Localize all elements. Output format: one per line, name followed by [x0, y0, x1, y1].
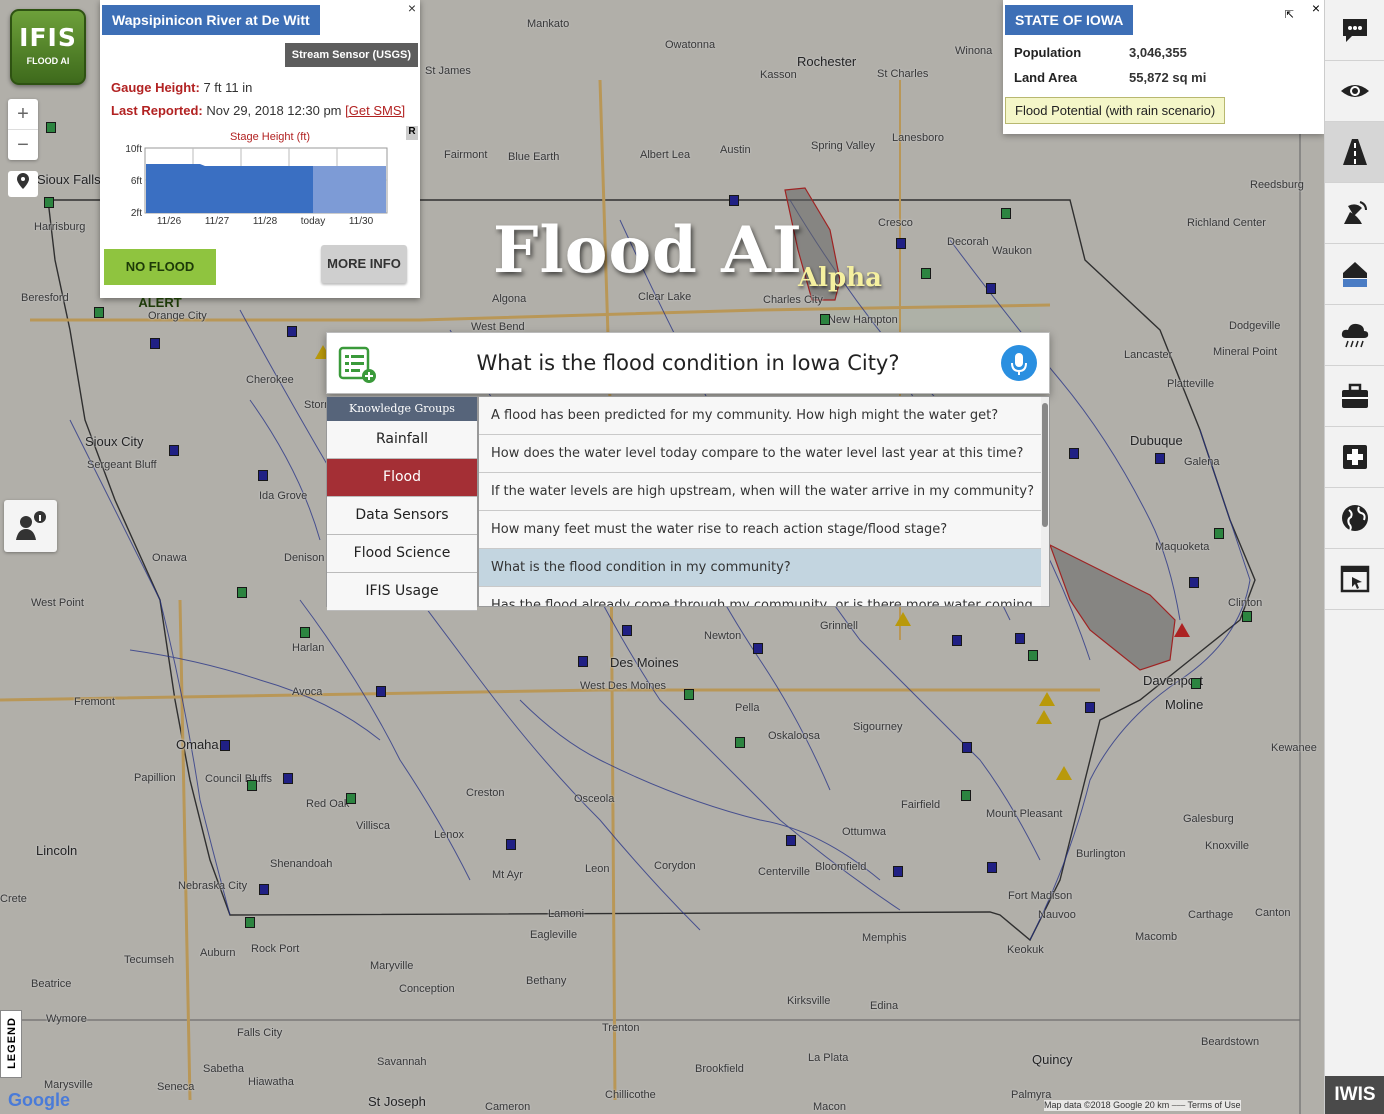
emergency-button[interactable]	[1325, 427, 1384, 488]
person-info-button[interactable]	[4, 500, 57, 552]
chat-button[interactable]	[1325, 0, 1384, 61]
query-box: What is the flood condition in Iowa City…	[326, 332, 1050, 394]
y-tick-label: 6ft	[131, 176, 142, 187]
question-item[interactable]: How many feet must the water rise to rea…	[479, 511, 1049, 549]
x-tick-label: 11/30	[349, 216, 374, 227]
legend-label: LEGEND	[6, 1017, 18, 1069]
briefcase-icon	[1342, 383, 1368, 408]
state-info-panel: STATE OF IOWA ⇱ × Population 3,046,355 L…	[1003, 0, 1324, 134]
knowledge-groups-panel: Knowledge Groups Rainfall Flood Data Sen…	[326, 396, 478, 611]
tools-button[interactable]	[1325, 366, 1384, 427]
globe-icon	[1342, 505, 1368, 531]
microphone-icon	[1011, 353, 1027, 375]
knowledge-group-flood-science[interactable]: Flood Science	[327, 535, 477, 573]
question-item[interactable]: Has the flood already come through my co…	[479, 587, 1049, 606]
gauge-height-label: Gauge Height:	[111, 80, 200, 95]
gauge-height-value: 7 ft 11 in	[203, 80, 253, 95]
medical-icon	[1343, 445, 1367, 469]
question-scrollbar[interactable]	[1041, 397, 1049, 606]
land-area-label: Land Area	[1014, 70, 1078, 85]
close-icon[interactable]: ×	[1312, 0, 1320, 16]
person-info-icon	[16, 511, 46, 540]
land-area-row: Land Area 55,872 sq mi	[1014, 70, 1206, 85]
property-button[interactable]	[1325, 244, 1384, 305]
flood-ai-title: Flood AI	[493, 213, 803, 288]
knowledge-group-ifis-usage[interactable]: IFIS Usage	[327, 573, 477, 611]
knowledge-group-data-sensors[interactable]: Data Sensors	[327, 497, 477, 535]
r-badge[interactable]: R	[406, 126, 418, 140]
population-value: 3,046,355	[1129, 45, 1187, 60]
logo-text: IFIS	[19, 23, 77, 52]
x-tick-label: 11/28	[253, 216, 278, 227]
gauge-height-row: Gauge Height: 7 ft 11 in	[111, 80, 252, 95]
visibility-button[interactable]	[1325, 61, 1384, 122]
logo-subtext: FLOOD AI	[26, 56, 70, 66]
satellite-button[interactable]	[1325, 183, 1384, 244]
chat-icon	[1343, 19, 1367, 42]
external-link-icon[interactable]: ⇱	[1285, 8, 1294, 21]
sensor-title: Wapsipinicon River at De Witt	[102, 5, 320, 35]
question-item[interactable]: If the water levels are high upstream, w…	[479, 473, 1049, 511]
question-item[interactable]: How does the water level today compare t…	[479, 435, 1049, 473]
microphone-button[interactable]	[1001, 345, 1037, 381]
eye-icon	[1341, 85, 1369, 97]
get-sms-link[interactable]: [Get SMS]	[345, 103, 405, 118]
zoom-in-button[interactable]: +	[8, 99, 38, 130]
land-area-value: 55,872 sq mi	[1129, 70, 1207, 85]
alpha-badge: Alpha	[798, 263, 882, 293]
population-row: Population 3,046,355	[1014, 45, 1187, 60]
knowledge-group-rainfall[interactable]: Rainfall	[327, 421, 477, 459]
sensor-type-badge: Stream Sensor (USGS)	[284, 43, 418, 67]
last-reported-row: Last Reported: Nov 29, 2018 12:30 pm [Ge…	[111, 103, 405, 118]
satellite-icon	[1344, 201, 1367, 224]
knowledge-groups-header: Knowledge Groups	[327, 397, 477, 421]
last-reported-label: Last Reported:	[111, 103, 203, 118]
house-icon	[1343, 262, 1367, 287]
question-item[interactable]: A flood has been predicted for my commun…	[479, 397, 1049, 435]
last-reported-value: Nov 29, 2018 12:30 pm	[206, 103, 342, 118]
query-input[interactable]: What is the flood condition in Iowa City…	[387, 333, 989, 393]
population-label: Population	[1014, 45, 1082, 60]
question-list: A flood has been predicted for my commun…	[478, 396, 1050, 607]
google-logo: Google	[8, 1090, 70, 1110]
y-tick-label: 10ft	[125, 144, 142, 155]
no-flood-alert-badge: NO FLOOD ALERT	[104, 249, 216, 310]
state-title: STATE OF IOWA	[1005, 5, 1134, 35]
question-list-icon[interactable]	[338, 346, 378, 384]
window-button[interactable]	[1325, 549, 1384, 610]
question-item-selected[interactable]: What is the flood condition in my commun…	[479, 549, 1049, 587]
map-attribution: Map data ©2018 Google 20 km ⎯⎯⎯ Terms of…	[1044, 1100, 1241, 1111]
roads-button[interactable]	[1325, 122, 1384, 183]
y-tick-label: 2ft	[131, 208, 142, 219]
right-toolbar: IWIS	[1324, 0, 1384, 1114]
rain-cloud-icon	[1341, 323, 1369, 348]
sensor-popup: Wapsipinicon River at De Witt × Stream S…	[100, 0, 420, 310]
iwis-brand[interactable]: IWIS	[1325, 1076, 1384, 1114]
zoom-control: + −	[8, 99, 38, 160]
scrollbar-thumb[interactable]	[1042, 403, 1048, 527]
window-icon	[1340, 565, 1370, 593]
road-icon	[1343, 139, 1367, 165]
globe-button[interactable]	[1325, 488, 1384, 549]
ifis-logo[interactable]: IFIS FLOOD AI	[10, 9, 86, 85]
zoom-out-button[interactable]: −	[8, 130, 38, 160]
stage-height-chart: 10ft 6ft 2ft 11/26 11/27 11/28 today 11/…	[125, 144, 388, 227]
flood-potential-button[interactable]: Flood Potential (with rain scenario)	[1005, 97, 1226, 124]
x-tick-label: today	[301, 216, 325, 227]
more-info-button[interactable]: MORE INFO	[321, 245, 407, 283]
legend-tab[interactable]: LEGEND	[0, 1010, 22, 1078]
knowledge-group-flood[interactable]: Flood	[327, 459, 477, 497]
rainfall-button[interactable]	[1325, 305, 1384, 366]
x-tick-label: 11/27	[205, 216, 230, 227]
close-icon[interactable]: ×	[408, 0, 416, 16]
x-tick-label: 11/26	[157, 216, 182, 227]
location-pin-icon[interactable]	[8, 171, 38, 197]
